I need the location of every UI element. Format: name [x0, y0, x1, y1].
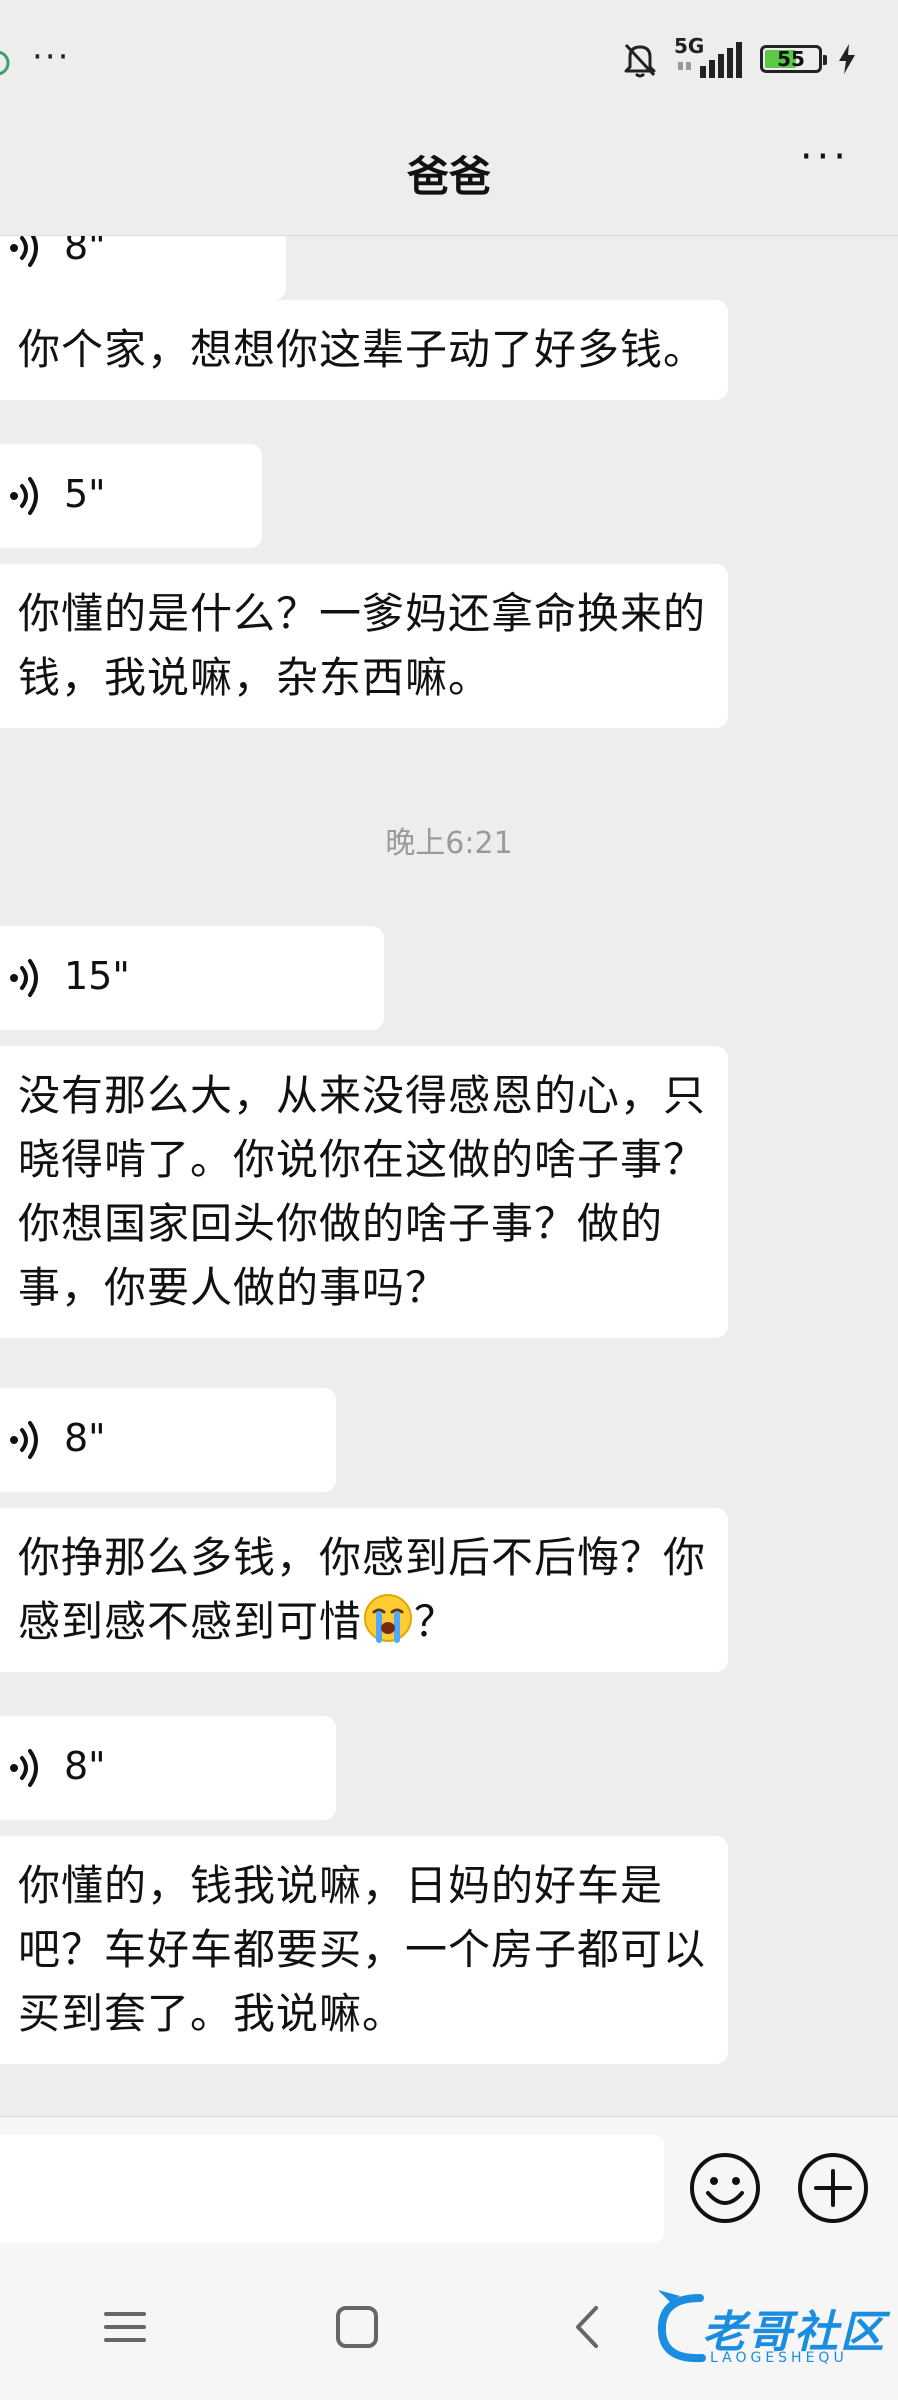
more-options-button[interactable]: ··· — [800, 137, 850, 177]
text-message[interactable]: 你挣那么多钱，你感到后不后悔？你感到感不感到可惜 ？ — [0, 1508, 728, 1672]
signal-bars-icon — [678, 42, 742, 78]
notification-more-dots: ··· — [32, 37, 71, 77]
voice-duration: 8" — [64, 236, 106, 268]
voice-message[interactable]: 5" — [0, 444, 262, 548]
battery-cap — [823, 55, 827, 65]
voice-duration: 8" — [64, 1744, 106, 1788]
message-timestamp: 晚上6:21 — [385, 826, 513, 861]
voice-wave-icon — [10, 236, 38, 267]
voice-message[interactable]: 8" — [0, 1388, 336, 1492]
notification-icon — [0, 50, 10, 76]
chat-header: 爸爸 ··· — [0, 125, 898, 236]
text-message[interactable]: 你懂的，钱我说嘛，日妈的好车是吧？车好车都要买，一个房子都可以买到套了。我说嘛。 — [0, 1836, 728, 2064]
voice-wave-icon — [10, 477, 38, 515]
voice-wave-icon — [10, 1421, 38, 1459]
status-bar: ··· 5G 55 — [0, 0, 898, 125]
mute-bell-icon — [624, 43, 656, 78]
voice-duration: 8" — [64, 1416, 106, 1460]
back-icon[interactable] — [566, 2304, 612, 2350]
status-right: 5G 55 — [620, 34, 858, 80]
chat-title: 爸爸 — [406, 152, 491, 201]
voice-message[interactable]: 15" — [0, 926, 384, 1030]
watermark-subtext: LAOGESHEQU — [710, 2350, 848, 2366]
voice-message[interactable]: 8" — [0, 236, 286, 300]
battery-level: 55 — [777, 47, 805, 71]
message-text-tail: ？ — [414, 1597, 458, 1646]
crying-face-emoji-icon — [364, 1594, 413, 1643]
emoji-smiley-button-icon[interactable] — [688, 2151, 762, 2225]
signal-indicator: 5G — [674, 34, 746, 80]
charging-bolt-icon — [839, 44, 855, 74]
text-message[interactable]: 没有那么大，从来没得感恩的心，只晓得啃了。你说你在这做的啥子事？你想国家回头你做… — [0, 1046, 728, 1338]
voice-wave-icon — [10, 959, 38, 997]
battery-indicator: 55 — [760, 45, 827, 73]
voice-duration: 15" — [64, 954, 130, 998]
system-nav-bar: 老哥社区 LAOGESHEQU — [0, 2256, 898, 2400]
voice-duration: 5" — [64, 472, 106, 516]
voice-message[interactable]: 8" — [0, 1716, 336, 1820]
message-list[interactable]: 8" 你个家，想想你这辈子动了好多钱。 5" 你懂的是什么？一爹妈还拿命换来的钱… — [0, 236, 898, 2116]
message-input[interactable] — [0, 2135, 664, 2243]
menu-icon[interactable] — [102, 2304, 148, 2350]
home-icon[interactable] — [334, 2304, 380, 2350]
voice-wave-icon — [10, 1749, 38, 1787]
add-plus-button-icon[interactable] — [796, 2151, 870, 2225]
text-message[interactable]: 你懂的是什么？一爹妈还拿命换来的钱，我说嘛，杂东西嘛。 — [0, 564, 728, 728]
input-bar — [0, 2116, 898, 2257]
text-message[interactable]: 你个家，想想你这辈子动了好多钱。 — [0, 300, 728, 400]
watermark-logo: 老哥社区 LAOGESHEQU — [650, 2288, 890, 2378]
